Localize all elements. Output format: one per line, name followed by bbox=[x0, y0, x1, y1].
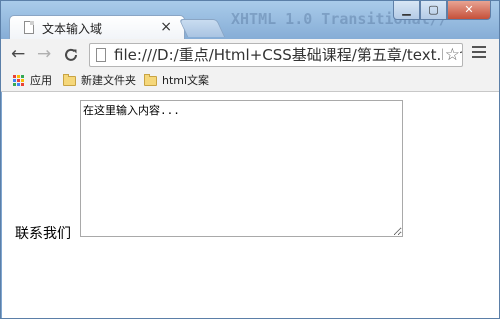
contact-label: 联系我们 bbox=[15, 226, 71, 242]
url-text[interactable]: file:///D:/重点/Html+CSS基础课程/第五章/text.htm bbox=[114, 45, 462, 65]
folder-icon bbox=[63, 73, 76, 86]
bookmark-apps[interactable]: 应用 bbox=[13, 73, 52, 88]
minimize-button[interactable]: ▁ bbox=[393, 1, 420, 20]
reload-icon[interactable] bbox=[63, 44, 79, 68]
tab-title: 文本输入域 bbox=[42, 22, 103, 36]
window-controls: ▁ ▢ ✕ bbox=[393, 1, 491, 21]
forward-icon[interactable]: → bbox=[37, 44, 51, 64]
page-content: 联系我们 在这里输入内容... bbox=[2, 92, 499, 318]
apps-grid-icon bbox=[13, 75, 24, 86]
toolbar: ← → file:///D:/重点/Html+CSS基础课程/第五章/text.… bbox=[1, 39, 499, 72]
browser-window: 文本输入域 × XHTML 1.0 Transitional// ▁ ▢ ✕ ←… bbox=[0, 0, 500, 319]
bookmark-star-icon[interactable]: ☆ bbox=[442, 44, 460, 66]
bookmarks-bar: 应用 新建文件夹 html文案 bbox=[1, 71, 499, 92]
bookmark-label: 新建文件夹 bbox=[81, 74, 136, 87]
maximize-button[interactable]: ▢ bbox=[420, 1, 447, 20]
document-icon bbox=[96, 48, 106, 62]
tab-strip: 文本输入域 × XHTML 1.0 Transitional// ▁ ▢ ✕ bbox=[1, 1, 499, 40]
bookmark-label: html文案 bbox=[162, 74, 210, 87]
address-bar[interactable]: file:///D:/重点/Html+CSS基础课程/第五章/text.htm … bbox=[89, 43, 463, 67]
bookmark-folder-new[interactable]: 新建文件夹 bbox=[63, 73, 136, 88]
tab-close-icon[interactable]: × bbox=[160, 18, 172, 36]
bookmark-label: 应用 bbox=[30, 74, 52, 87]
close-window-button[interactable]: ✕ bbox=[447, 1, 491, 20]
tab-active[interactable]: 文本输入域 × bbox=[9, 15, 185, 40]
message-textarea[interactable]: 在这里输入内容... bbox=[80, 100, 403, 237]
page-icon bbox=[24, 21, 34, 34]
back-icon[interactable]: ← bbox=[11, 44, 25, 64]
folder-icon bbox=[144, 73, 157, 86]
bookmark-folder-html[interactable]: html文案 bbox=[144, 73, 209, 88]
menu-icon[interactable] bbox=[472, 46, 486, 62]
new-tab-button[interactable] bbox=[178, 19, 226, 37]
